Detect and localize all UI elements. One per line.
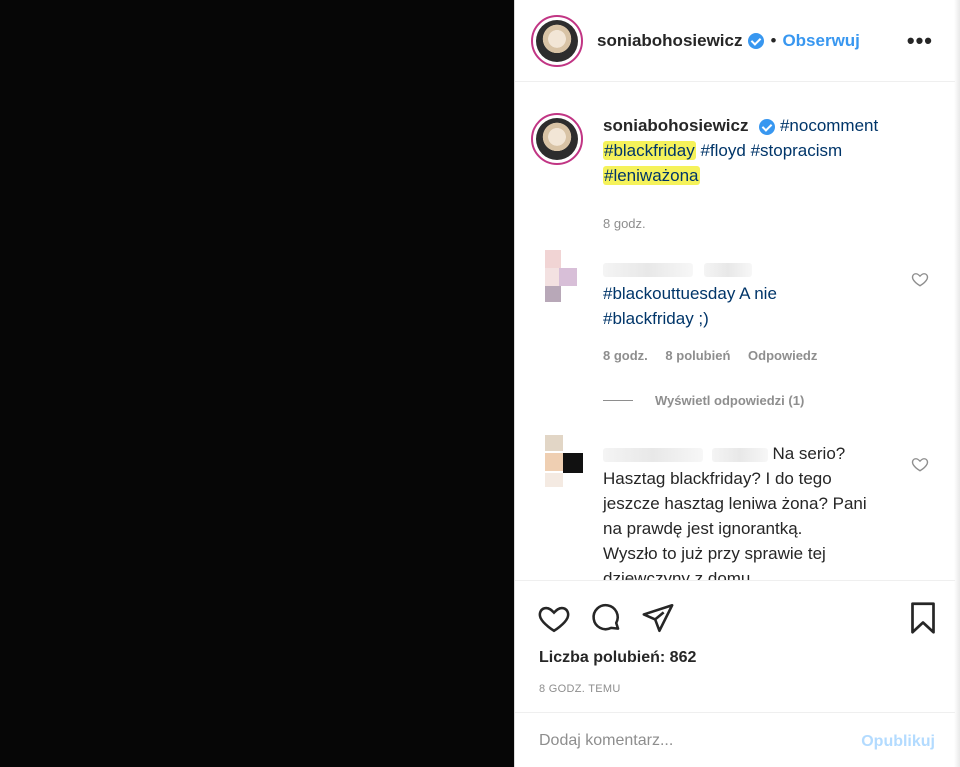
more-options-icon[interactable]: ••• bbox=[907, 28, 933, 54]
add-comment-bar: Opublikuj bbox=[515, 712, 955, 767]
commenter-avatar-blurred[interactable] bbox=[537, 435, 589, 487]
reply-button[interactable]: Odpowiedz bbox=[748, 348, 817, 363]
publish-button[interactable]: Opublikuj bbox=[861, 733, 935, 751]
hashtag[interactable]: #floyd bbox=[700, 141, 745, 160]
comment-likes[interactable]: 8 polubień bbox=[665, 348, 730, 363]
author-username[interactable]: soniabohosiewicz bbox=[597, 31, 742, 51]
comment-like-heart-icon[interactable] bbox=[911, 270, 929, 288]
caption-time: 8 godz. bbox=[603, 216, 646, 231]
commenter-name-blurred[interactable] bbox=[603, 262, 693, 277]
hashtag-highlighted[interactable]: #leniważona bbox=[603, 166, 700, 185]
hashtag-highlighted[interactable]: #blackfriday bbox=[603, 141, 696, 160]
share-icon[interactable] bbox=[641, 601, 675, 635]
comment-body: Na serio? Hasztag blackfriday? I do tego… bbox=[603, 441, 893, 580]
comment-icon[interactable] bbox=[589, 601, 623, 635]
comment-time: 8 godz. bbox=[603, 348, 648, 363]
author-avatar[interactable] bbox=[531, 14, 583, 67]
comment-text: jeszcze hasztag leniwa żona? Pani bbox=[603, 494, 867, 513]
verified-badge-icon bbox=[759, 118, 776, 135]
post-time-ago: 8 GODZ. TEMU bbox=[539, 683, 621, 695]
comment-text: dziewczyny z domu bbox=[603, 569, 751, 580]
comment-text: Wyszło to już przy sprawie tej bbox=[603, 544, 826, 563]
view-replies-label[interactable]: Wyświetl odpowiedzi (1) bbox=[655, 393, 804, 408]
post-actions: Liczba polubień: 862 8 GODZ. TEMU Opubli… bbox=[515, 580, 955, 767]
comment-body: #blackouttuesday A nie #blackfriday ;) bbox=[603, 256, 893, 331]
replies-divider bbox=[603, 400, 633, 401]
hashtag[interactable]: #nocomment bbox=[780, 116, 878, 135]
caption-avatar[interactable] bbox=[531, 113, 583, 165]
heart-icon[interactable] bbox=[537, 601, 571, 635]
comment-text: Hasztag blackfriday? I do tego bbox=[603, 469, 832, 488]
post-sidebar: soniabohosiewicz • Obserwuj ••• soniaboh… bbox=[514, 0, 960, 767]
caption-text: soniabohosiewicz #nocomment #blackfriday… bbox=[603, 113, 923, 236]
verified-badge-icon bbox=[748, 32, 765, 49]
post-media bbox=[0, 0, 514, 767]
follow-button[interactable]: Obserwuj bbox=[782, 31, 859, 51]
like-count[interactable]: Liczba polubień: 862 bbox=[539, 649, 696, 667]
comment-text: Na serio? bbox=[772, 444, 846, 463]
hashtag[interactable]: #stopracism bbox=[751, 141, 843, 160]
comment-text: na prawdę jest ignorantką. bbox=[603, 519, 803, 538]
header-separator: • bbox=[770, 30, 777, 50]
bookmark-icon[interactable] bbox=[905, 599, 941, 637]
caption-username[interactable]: soniabohosiewicz bbox=[603, 116, 748, 135]
comment-input[interactable] bbox=[539, 729, 839, 753]
post-header: soniabohosiewicz • Obserwuj ••• bbox=[515, 0, 955, 82]
commenter-avatar-blurred[interactable] bbox=[537, 250, 589, 302]
comments-list[interactable]: soniabohosiewicz #nocomment #blackfriday… bbox=[515, 83, 955, 580]
comment-meta: 8 godz. 8 polubień Odpowiedz bbox=[603, 348, 831, 363]
view-replies-button[interactable]: Wyświetl odpowiedzi (1) bbox=[603, 393, 804, 408]
comment-like-heart-icon[interactable] bbox=[911, 455, 929, 473]
comment-text: #blackouttuesday A nie bbox=[603, 284, 777, 303]
commenter-name-blurred[interactable] bbox=[603, 447, 703, 462]
comment-text: #blackfriday ;) bbox=[603, 309, 709, 328]
